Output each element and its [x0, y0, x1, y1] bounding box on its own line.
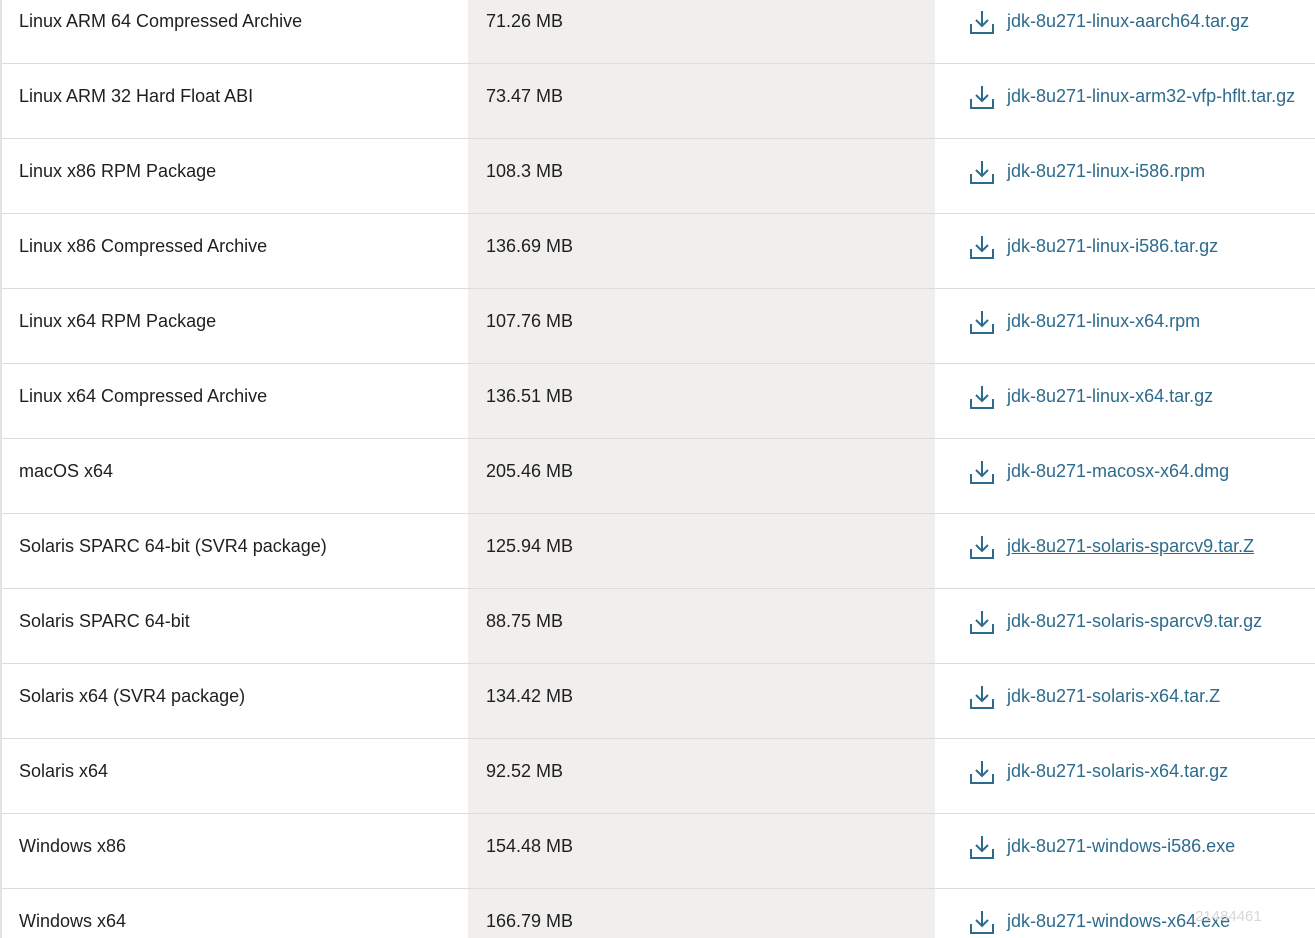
download-icon	[970, 460, 994, 484]
watermark: 21484461	[1195, 908, 1262, 925]
file-size-cell: 108.3 MB	[486, 161, 564, 181]
downloads-table: Linux ARM 64 Compressed Archive 71.26 MB…	[0, 0, 1315, 938]
download-link[interactable]: jdk-8u271-solaris-sparcv9.tar.gz	[1007, 611, 1262, 632]
download-link[interactable]: jdk-8u271-solaris-x64.tar.gz	[1007, 761, 1228, 782]
download-link[interactable]: jdk-8u271-linux-arm32-vfp-hflt.tar.gz	[1007, 86, 1295, 107]
download-link[interactable]: jdk-8u271-linux-i586.tar.gz	[1007, 236, 1218, 257]
download-icon	[970, 760, 994, 784]
product-cell: Linux ARM 64 Compressed Archive	[19, 11, 303, 31]
file-size-cell: 71.26 MB	[486, 11, 564, 31]
download-cell[interactable]: jdk-8u271-solaris-sparcv9.tar.Z	[968, 509, 1254, 584]
download-icon	[970, 310, 994, 334]
table-row: Linux ARM 64 Compressed Archive 71.26 MB…	[0, 0, 1315, 59]
download-cell[interactable]: jdk-8u271-windows-x64.exe	[968, 884, 1230, 938]
table-row: Solaris SPARC 64-bit 88.75 MB jdk-8u271-…	[0, 584, 1315, 659]
product-cell: Solaris x64	[19, 761, 109, 781]
file-size-cell: 134.42 MB	[486, 686, 574, 706]
file-size-cell: 166.79 MB	[486, 911, 574, 931]
download-link[interactable]: jdk-8u271-linux-aarch64.tar.gz	[1007, 11, 1249, 32]
product-cell: Linux ARM 32 Hard Float ABI	[19, 86, 254, 106]
product-cell: Linux x86 RPM Package	[19, 161, 217, 181]
download-cell[interactable]: jdk-8u271-linux-x64.rpm	[968, 284, 1200, 359]
product-cell: Linux x64 RPM Package	[19, 311, 217, 331]
download-icon	[970, 235, 994, 259]
download-cell[interactable]: jdk-8u271-solaris-x64.tar.gz	[968, 734, 1228, 809]
file-size-cell: 136.69 MB	[486, 236, 574, 256]
download-cell[interactable]: jdk-8u271-linux-aarch64.tar.gz	[968, 0, 1249, 59]
product-cell: Linux x86 Compressed Archive	[19, 236, 268, 256]
download-icon	[970, 85, 994, 109]
download-link[interactable]: jdk-8u271-windows-i586.exe	[1007, 836, 1235, 857]
download-cell[interactable]: jdk-8u271-linux-i586.rpm	[968, 134, 1205, 209]
product-cell: Solaris x64 (SVR4 package)	[19, 686, 246, 706]
download-link[interactable]: jdk-8u271-linux-x64.tar.gz	[1007, 386, 1213, 407]
download-link[interactable]: jdk-8u271-macosx-x64.dmg	[1007, 461, 1229, 482]
table-row: Linux x86 Compressed Archive 136.69 MB j…	[0, 209, 1315, 284]
download-cell[interactable]: jdk-8u271-linux-x64.tar.gz	[968, 359, 1213, 434]
download-icon	[970, 10, 994, 34]
file-size-cell: 73.47 MB	[486, 86, 564, 106]
download-link-hovered[interactable]: jdk-8u271-solaris-sparcv9.tar.Z	[1007, 536, 1254, 557]
download-cell[interactable]: jdk-8u271-macosx-x64.dmg	[968, 434, 1229, 509]
product-cell: macOS x64	[19, 461, 114, 481]
table-row: Linux x64 Compressed Archive 136.51 MB j…	[0, 359, 1315, 434]
product-cell: Linux x64 Compressed Archive	[19, 386, 268, 406]
table-row: Windows x64 166.79 MB jdk-8u271-windows-…	[0, 884, 1315, 938]
product-cell: Windows x86	[19, 836, 127, 856]
download-cell[interactable]: jdk-8u271-linux-i586.tar.gz	[968, 209, 1218, 284]
table-row: Solaris x64 (SVR4 package) 134.42 MB jdk…	[0, 659, 1315, 734]
download-link[interactable]: jdk-8u271-linux-i586.rpm	[1007, 161, 1205, 182]
file-size-cell: 136.51 MB	[486, 386, 574, 406]
download-cell[interactable]: jdk-8u271-linux-arm32-vfp-hflt.tar.gz	[968, 59, 1295, 134]
table-row: Linux x86 RPM Package 108.3 MB jdk-8u271…	[0, 134, 1315, 209]
file-size-cell: 92.52 MB	[486, 761, 564, 781]
download-link[interactable]: jdk-8u271-solaris-x64.tar.Z	[1007, 686, 1220, 707]
download-icon	[970, 685, 994, 709]
product-cell: Solaris SPARC 64-bit	[19, 611, 190, 631]
download-cell[interactable]: jdk-8u271-solaris-sparcv9.tar.gz	[968, 584, 1262, 659]
download-cell[interactable]: jdk-8u271-solaris-x64.tar.Z	[968, 659, 1220, 734]
download-icon	[970, 835, 994, 859]
download-link[interactable]: jdk-8u271-linux-x64.rpm	[1007, 311, 1200, 332]
file-size-cell: 125.94 MB	[486, 536, 574, 556]
download-icon	[970, 160, 994, 184]
table-row: Solaris SPARC 64-bit (SVR4 package) 125.…	[0, 509, 1315, 584]
product-cell: Solaris SPARC 64-bit (SVR4 package)	[19, 536, 327, 556]
download-icon	[970, 535, 994, 559]
file-size-cell: 107.76 MB	[486, 311, 574, 331]
table-row: macOS x64 205.46 MB jdk-8u271-macosx-x64…	[0, 434, 1315, 509]
file-size-cell: 88.75 MB	[486, 611, 564, 631]
table-row: Linux ARM 32 Hard Float ABI 73.47 MB jdk…	[0, 59, 1315, 134]
download-cell[interactable]: jdk-8u271-windows-i586.exe	[968, 809, 1235, 884]
download-icon	[970, 385, 994, 409]
table-row: Windows x86 154.48 MB jdk-8u271-windows-…	[0, 809, 1315, 884]
download-icon	[970, 910, 994, 934]
file-size-cell: 154.48 MB	[486, 836, 574, 856]
file-size-cell: 205.46 MB	[486, 461, 574, 481]
table-row: Linux x64 RPM Package 107.76 MB jdk-8u27…	[0, 284, 1315, 359]
download-icon	[970, 610, 994, 634]
table-row: Solaris x64 92.52 MB jdk-8u271-solaris-x…	[0, 734, 1315, 809]
product-cell: Windows x64	[19, 911, 127, 931]
